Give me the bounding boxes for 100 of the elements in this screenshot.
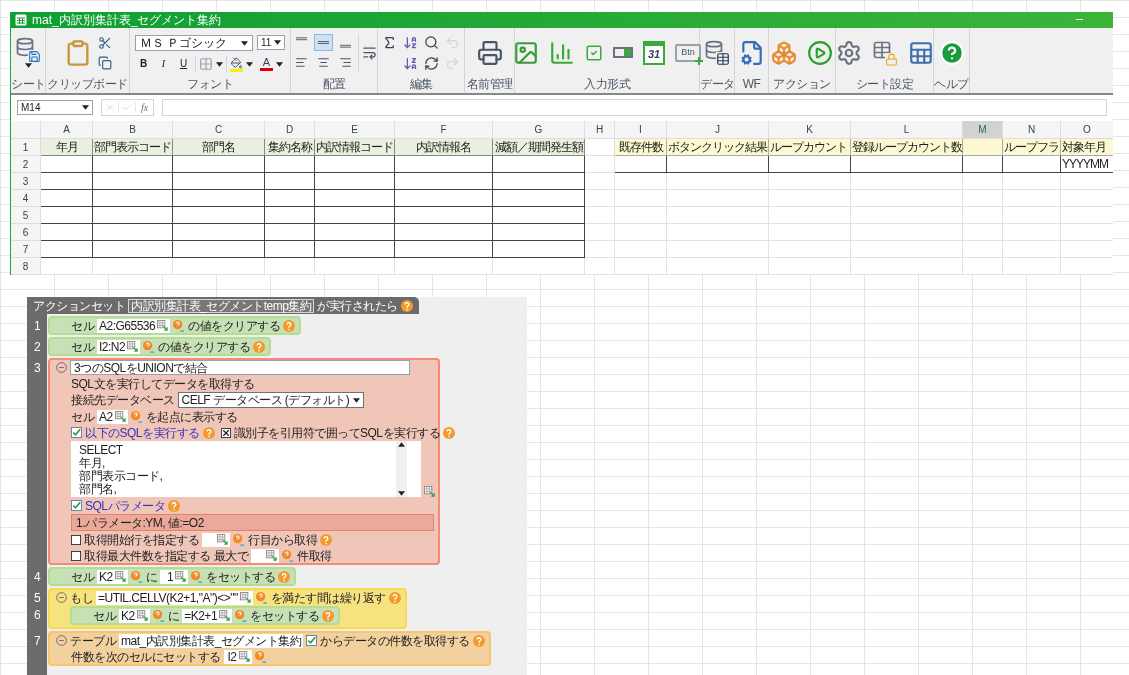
scroll-down-icon[interactable] [398,491,405,496]
database-select[interactable]: CELF データベース (デフォルト) [177,392,365,408]
cell-picker-icon[interactable] [217,534,228,545]
table-cell[interactable] [265,173,315,190]
table-cell[interactable] [1003,156,1061,173]
row-number[interactable]: 5 [11,207,41,224]
cell-field[interactable]: =UTIL.CELLV(K2+1,"A")<>"" [96,590,253,605]
blocks-icon[interactable] [771,39,797,66]
table-cell[interactable] [173,241,265,258]
help-icon[interactable] [168,499,180,512]
table-cell[interactable] [41,241,93,258]
header-cell[interactable]: 年月 [41,139,93,156]
checkbox[interactable] [71,500,82,511]
query-icon[interactable] [173,319,186,332]
help-icon[interactable] [253,340,266,353]
option-link[interactable]: 以下のSQLを実行する [85,425,200,440]
formula-field[interactable] [162,99,1107,117]
gears-icon[interactable] [835,39,862,66]
table-cell[interactable] [493,173,585,190]
cell-field[interactable]: K2 [119,608,150,623]
font-color-button[interactable]: A [260,57,273,72]
option-link[interactable]: SQLパラメータ [85,498,165,513]
table-cell[interactable] [395,173,493,190]
database-save-icon[interactable] [15,37,41,64]
help-icon[interactable] [320,533,332,546]
cell-picker-icon[interactable] [219,610,231,621]
help-icon[interactable] [443,426,456,439]
fill-color-icon[interactable] [230,56,243,72]
row-number[interactable]: 3 [11,173,41,190]
title-field[interactable]: 3つのSQLをUNIONで結合 [70,360,410,375]
column-header[interactable]: H [585,121,615,139]
help-icon[interactable] [400,299,413,312]
query-icon[interactable] [152,609,165,622]
table-cell[interactable] [93,224,173,241]
table-cell[interactable] [265,224,315,241]
table-cell[interactable] [963,156,1003,173]
scroll-up-icon[interactable] [398,442,405,447]
sum-icon[interactable] [382,34,397,50]
caret-icon[interactable] [274,40,281,46]
font-select[interactable]: ＭＳ Ｐゴシック [135,35,253,52]
table-cell[interactable] [493,224,585,241]
cut-icon[interactable] [97,35,112,50]
italic-button[interactable]: I [155,56,172,73]
caret-icon[interactable] [241,40,248,46]
table-name-field[interactable]: mat_内訳別集計表_セグメント集約 [119,633,304,648]
table-cell[interactable] [41,224,93,241]
collapse-icon[interactable] [56,635,67,646]
header-cell[interactable]: 集約名称 [265,139,315,156]
caret-icon[interactable] [24,63,32,69]
action-set-name-field[interactable]: 内訳別集計表_セグメントtemp集約 [128,298,315,313]
query-icon[interactable] [130,410,143,423]
cell-field[interactable]: A2:G65536 [97,318,171,333]
row-number[interactable]: 8 [11,258,41,275]
table-cell[interactable] [265,190,315,207]
query-icon[interactable] [255,591,268,604]
help-icon[interactable] [322,609,335,622]
table-cell[interactable] [93,207,173,224]
table-cell[interactable] [493,207,585,224]
table-cell[interactable] [173,190,265,207]
caret-icon[interactable] [216,61,223,67]
cell-picker-icon[interactable] [114,411,126,422]
bar-chart-icon[interactable] [549,39,575,66]
cell-field[interactable]: =K2+1 [182,608,233,623]
sort-ascending-icon[interactable] [403,34,418,50]
bold-button[interactable]: B [135,56,152,73]
collapse-icon[interactable] [56,362,67,373]
table-cell[interactable] [395,190,493,207]
underline-button[interactable]: U [175,56,192,73]
checkbox[interactable] [71,427,82,438]
row-number[interactable]: 7 [11,241,41,258]
cell-field[interactable]: 1 [160,569,189,584]
row-number[interactable]: 4 [11,190,41,207]
query-icon[interactable] [143,340,156,353]
table-cell[interactable] [395,207,493,224]
table-cell[interactable] [315,224,395,241]
table-cell[interactable] [173,156,265,173]
table-cell[interactable] [667,156,769,173]
sql-editor[interactable]: SELECT 年月, 部門表示コード, 部門名, [71,441,421,497]
header-cell[interactable]: 部門名 [173,139,265,156]
table-cell[interactable] [41,156,93,173]
cell-picker-icon[interactable] [239,592,251,603]
checkbox[interactable] [220,427,231,438]
header-cell[interactable]: 既存件数 [615,139,667,156]
query-icon[interactable] [130,570,143,583]
table-cell[interactable] [265,156,315,173]
image-icon[interactable] [513,39,539,66]
refresh-icon[interactable] [424,55,439,71]
header-cell[interactable]: 内訳情報名 [395,139,493,156]
table-cell[interactable] [315,190,395,207]
help-icon[interactable] [938,39,965,66]
search-icon[interactable] [424,34,439,50]
table-cell[interactable] [963,139,1003,156]
printer-icon[interactable] [476,39,503,66]
header-cell[interactable]: 部門表示コード [93,139,173,156]
cell-picker-icon[interactable] [127,341,139,352]
column-header[interactable]: M [963,121,1003,139]
header-cell[interactable]: ボタンクリック結果 [667,139,769,156]
table-cell[interactable] [93,241,173,258]
table-cell[interactable] [173,207,265,224]
table-cell[interactable] [173,224,265,241]
